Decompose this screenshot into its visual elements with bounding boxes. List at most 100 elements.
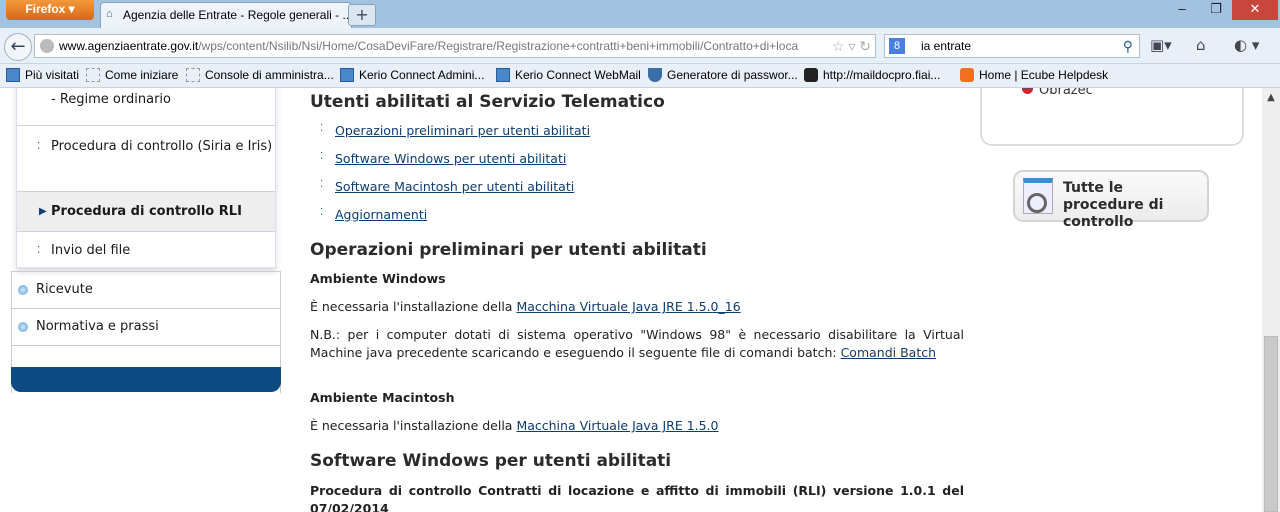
bullet-icon bbox=[18, 322, 28, 332]
bookmark-label: Generatore di passwor... bbox=[667, 68, 798, 82]
restore-button[interactable]: ❐ bbox=[1202, 0, 1230, 20]
link-software-windows[interactable]: Software Windows per utenti abilitati bbox=[335, 151, 566, 166]
back-button[interactable]: ← bbox=[4, 33, 32, 61]
bullet-icon bbox=[18, 285, 28, 295]
heading-software: Software Windows per utenti abilitati bbox=[310, 451, 672, 471]
sidebar-label: - Regime ordinario bbox=[51, 92, 171, 107]
link-aggiornamenti[interactable]: Aggiornamenti bbox=[335, 207, 427, 222]
bookmark-icon bbox=[86, 68, 100, 82]
search-value: ia entrate bbox=[921, 39, 972, 53]
link-item: ⁚ Software Windows per utenti abilitati bbox=[320, 151, 566, 166]
bookmark-item[interactable]: Kerio Connect WebMail bbox=[496, 64, 641, 86]
bookmark-item[interactable]: Più visitati bbox=[6, 64, 79, 86]
button-label: Tutte le procedure di controllo bbox=[1063, 180, 1164, 230]
firefox-menu-button[interactable]: Firefox ▾ bbox=[6, 0, 94, 20]
sidebar-footer bbox=[11, 367, 281, 392]
bookmark-icon bbox=[960, 68, 974, 82]
bookmark-icon bbox=[340, 68, 354, 82]
link-item: ⁚ Aggiornamenti bbox=[320, 207, 427, 222]
menu-label: Firefox bbox=[25, 2, 66, 16]
language-link[interactable]: Obrazec bbox=[1022, 88, 1093, 98]
procedure-title: Procedura di controllo Contratti di loca… bbox=[310, 483, 964, 512]
new-tab-button[interactable]: + bbox=[348, 4, 376, 26]
bullet-icon: ⁚ bbox=[37, 245, 41, 256]
link-software-mac[interactable]: Software Macintosh per utenti abilitati bbox=[335, 179, 574, 194]
sidebar-item-active[interactable]: ▶ Procedura di controllo RLI bbox=[17, 192, 275, 232]
bookmark-icon bbox=[496, 68, 510, 82]
sidebar-item[interactable]: - Regime ordinario bbox=[17, 88, 275, 126]
link-item: ⁚ Operazioni preliminari per utenti abili… bbox=[320, 123, 590, 138]
shield-icon bbox=[648, 68, 662, 82]
language-label: Obrazec bbox=[1039, 88, 1093, 98]
subheading-windows: Ambiente Windows bbox=[310, 271, 446, 286]
link-jre-windows[interactable]: Macchina Virtuale Java JRE 1.5.0_16 bbox=[516, 299, 740, 314]
sidebar-item[interactable]: ⁚ Invio del file bbox=[17, 232, 275, 268]
text: È necessaria l'installazione della bbox=[310, 418, 517, 433]
vertical-scrollbar[interactable]: ▲ bbox=[1262, 88, 1280, 512]
bookmark-icon bbox=[804, 68, 818, 82]
bullet-icon: ⁚ bbox=[320, 179, 324, 190]
paragraph-nb: N.B.: per i computer dotati di sistema o… bbox=[310, 326, 964, 361]
link-operazioni[interactable]: Operazioni preliminari per utenti abilit… bbox=[335, 123, 590, 138]
globe-icon bbox=[40, 39, 54, 53]
sidebar-item[interactable]: ⁚ Procedura di controllo (Siria e Iris) bbox=[17, 126, 275, 192]
bookmark-icon bbox=[186, 68, 200, 82]
browser-tab[interactable]: ⌂ Agenzia delle Entrate - Regole generali… bbox=[100, 2, 352, 28]
bullet-icon: ⁚ bbox=[320, 151, 324, 162]
bookmark-label: Console di amministra... bbox=[205, 68, 334, 82]
bookmark-label: Più visitati bbox=[25, 68, 80, 82]
sidebar-nav: - Regime ordinario ⁚ Procedura di control… bbox=[16, 88, 276, 268]
close-button[interactable]: ✕ bbox=[1232, 0, 1278, 20]
link-jre-mac[interactable]: Macchina Virtuale Java JRE 1.5.0 bbox=[516, 418, 718, 433]
bookmark-item[interactable]: Home | Ecube Helpdesk bbox=[960, 64, 1108, 86]
bookmark-item[interactable]: Console di amministra... bbox=[186, 64, 334, 86]
bookmark-label: Home | Ecube Helpdesk bbox=[979, 68, 1109, 82]
magnifier-icon bbox=[1023, 178, 1053, 214]
bookmark-item[interactable]: Generatore di passwor... bbox=[648, 64, 798, 86]
bookmarks-menu-icon[interactable]: ▣▾ bbox=[1150, 36, 1172, 54]
language-box bbox=[980, 88, 1244, 146]
bookmark-label: Kerio Connect Admini... bbox=[359, 68, 485, 82]
tab-title: Agenzia delle Entrate - Regole generali … bbox=[123, 8, 353, 22]
bookmark-item[interactable]: Kerio Connect Admini... bbox=[340, 64, 484, 86]
scroll-thumb[interactable] bbox=[1264, 336, 1278, 512]
sidebar-link[interactable]: Normativa e prassi bbox=[12, 309, 280, 346]
link-comandi-batch[interactable]: Comandi Batch bbox=[841, 345, 936, 360]
bullet-icon: ⁚ bbox=[320, 123, 324, 134]
bookmark-item[interactable]: http://maildocpro.fiai... bbox=[804, 64, 940, 86]
sidebar-label: Invio del file bbox=[51, 243, 131, 258]
link-item: ⁚ Software Macintosh per utenti abilitati bbox=[320, 179, 574, 194]
site-icon: ⌂ bbox=[106, 8, 113, 20]
addon-icon[interactable]: ◐ ▾ bbox=[1234, 36, 1259, 54]
url-bar[interactable]: www.agenziaentrate.gov.it/wps/content/Ns… bbox=[34, 34, 876, 58]
bookmark-label: Kerio Connect WebMail bbox=[515, 68, 641, 82]
minimize-button[interactable]: ‒ bbox=[1168, 0, 1196, 20]
all-procedures-button[interactable]: Tutte le procedure di controllo bbox=[1013, 170, 1209, 230]
sidebar-link[interactable]: Ricevute bbox=[12, 272, 280, 309]
sidebar-label: Ricevute bbox=[36, 282, 93, 297]
bookmark-icon bbox=[6, 68, 20, 82]
home-icon[interactable]: ⌂ bbox=[1196, 36, 1206, 54]
heading-utenti: Utenti abilitati al Servizio Telematico bbox=[310, 92, 665, 112]
bookmark-label: http://maildocpro.fiai... bbox=[823, 68, 941, 82]
sidebar-label: Procedura di controllo RLI bbox=[51, 204, 242, 219]
url-path: /wps/content/Nsilib/Nsi/Home/CosaDeviFar… bbox=[198, 39, 799, 53]
bookmarks-toolbar: Più visitati Come iniziare Console di am… bbox=[0, 64, 1280, 88]
url-domain: www.agenziaentrate.gov.it bbox=[59, 39, 199, 53]
google-icon: 8 bbox=[889, 38, 905, 54]
heading-operazioni: Operazioni preliminari per utenti abilit… bbox=[310, 240, 707, 260]
bookmark-item[interactable]: Come iniziare bbox=[86, 64, 178, 86]
sidebar-label: Normativa e prassi bbox=[36, 319, 159, 334]
sidebar-label: Procedura di controllo (Siria e Iris) bbox=[51, 139, 273, 154]
paragraph: È necessaria l'installazione della Macch… bbox=[310, 298, 964, 316]
text: È necessaria l'installazione della bbox=[310, 299, 517, 314]
search-input[interactable]: 8 ia entrate ⚲ bbox=[884, 34, 1140, 58]
bullet-icon: ⁚ bbox=[320, 207, 324, 218]
search-icon[interactable]: ⚲ bbox=[1123, 35, 1133, 57]
bookmark-star-icon[interactable]: ☆ ▿ ↻ bbox=[827, 35, 871, 57]
flag-icon bbox=[1022, 88, 1033, 94]
scroll-up-icon[interactable]: ▲ bbox=[1262, 88, 1280, 106]
subheading-mac: Ambiente Macintosh bbox=[310, 390, 455, 405]
paragraph: È necessaria l'installazione della Macch… bbox=[310, 417, 964, 435]
bookmark-label: Come iniziare bbox=[105, 68, 179, 82]
